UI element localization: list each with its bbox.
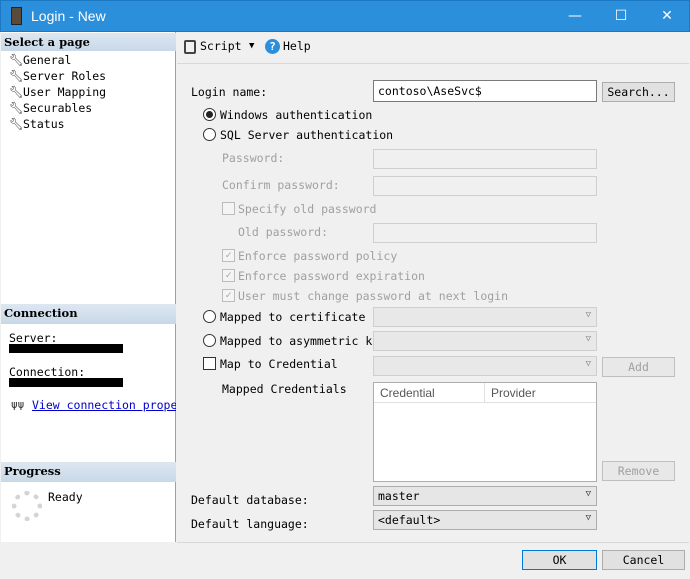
chevron-down-icon: ▽ <box>585 489 591 499</box>
old-password-input[interactable] <box>373 223 597 243</box>
default-database-label: Default database: <box>191 493 309 507</box>
window-title: Login - New <box>31 8 106 24</box>
asymmetric-key-combo[interactable]: ▽ <box>373 331 597 351</box>
chevron-down-icon: ▽ <box>585 513 591 523</box>
mapped-asym-label: Mapped to asymmetric key <box>220 334 387 348</box>
login-name-label: Login name: <box>191 85 268 99</box>
default-language-label: Default language: <box>191 517 309 531</box>
minimize-button[interactable]: — <box>552 1 598 32</box>
enforce-policy-label: Enforce password policy <box>238 249 398 263</box>
wrench-icon: 🔧︎ <box>9 117 24 131</box>
remove-button[interactable]: Remove <box>602 461 675 481</box>
label: User Mapping <box>23 85 107 99</box>
mapped-asym-radio[interactable] <box>203 334 216 347</box>
map-credential-label: Map to Credential <box>220 357 338 371</box>
default-database-value: master <box>378 489 420 503</box>
windows-auth-radio[interactable] <box>203 108 216 121</box>
must-change-label: User must change password at next login <box>238 289 509 303</box>
sidebar-item-general[interactable]: 🔧︎General <box>9 53 71 69</box>
login-name-input[interactable]: contoso\AseSvc$ <box>373 80 597 102</box>
default-language-value: <default> <box>378 513 441 527</box>
mapped-credentials-grid[interactable]: Credential Provider <box>373 382 597 482</box>
maximize-button[interactable]: ☐ <box>598 1 644 32</box>
select-page-header: Select a page <box>1 33 176 51</box>
script-dropdown-icon[interactable]: ▼ <box>249 41 254 51</box>
confirm-password-label: Confirm password: <box>222 178 340 192</box>
password-label: Password: <box>222 151 285 165</box>
label: Help <box>283 39 311 53</box>
label: Status <box>23 117 65 131</box>
chevron-down-icon: ▽ <box>585 359 591 369</box>
old-password-label: Old password: <box>238 225 329 239</box>
progress-header: Progress <box>1 462 176 482</box>
add-button[interactable]: Add <box>602 357 675 377</box>
progress-spinner-icon <box>12 491 42 521</box>
default-language-combo[interactable]: <default> ▽ <box>373 510 597 530</box>
server-value-redacted <box>9 344 123 353</box>
ok-button[interactable]: OK <box>522 550 597 570</box>
progress-status: Ready <box>48 490 83 504</box>
sidebar-item-securables[interactable]: 🔧︎Securables <box>9 101 92 117</box>
cancel-button[interactable]: Cancel <box>602 550 685 570</box>
script-button[interactable]: Script <box>184 39 242 54</box>
certificate-combo[interactable]: ▽ <box>373 307 597 327</box>
wrench-icon: 🔧︎ <box>9 101 24 115</box>
sql-auth-radio[interactable] <box>203 128 216 141</box>
wrench-icon: 🔧︎ <box>9 69 24 83</box>
connection-header: Connection <box>1 304 176 324</box>
enforce-policy-checkbox[interactable]: ✓ <box>222 249 235 262</box>
help-icon: ? <box>265 39 280 54</box>
view-connection-properties-link[interactable]: View connection properti <box>32 398 176 412</box>
connection-plug-icon: ψψ <box>11 398 25 411</box>
specify-old-password-label: Specify old password <box>238 202 377 216</box>
windows-auth-label: Windows authentication <box>220 108 373 122</box>
enforce-expiration-checkbox[interactable]: ✓ <box>222 269 235 282</box>
specify-old-password-checkbox[interactable] <box>222 202 235 215</box>
mapped-cert-radio[interactable] <box>203 310 216 323</box>
default-database-combo[interactable]: master ▽ <box>373 486 597 506</box>
confirm-password-input[interactable] <box>373 176 597 196</box>
toolbar: Script ▼ ? Help <box>177 32 689 64</box>
server-label: Server: <box>9 331 58 345</box>
label: General <box>23 53 72 67</box>
label: Securables <box>23 101 93 115</box>
sidebar-item-status[interactable]: 🔧︎Status <box>9 117 65 133</box>
help-button[interactable]: ? Help <box>265 39 311 54</box>
server-icon <box>11 7 22 25</box>
column-header-credential[interactable]: Credential <box>374 383 485 403</box>
search-button[interactable]: Search... <box>602 82 675 102</box>
must-change-checkbox[interactable]: ✓ <box>222 289 235 302</box>
close-button[interactable]: ✕ <box>644 1 690 32</box>
sidebar-item-user-mapping[interactable]: 🔧︎User Mapping <box>9 85 106 101</box>
wrench-icon: 🔧︎ <box>9 85 24 99</box>
sidebar-item-server-roles[interactable]: 🔧︎Server Roles <box>9 69 106 85</box>
mapped-credentials-label: Mapped Credentials <box>222 382 347 396</box>
script-icon <box>184 39 196 54</box>
mapped-cert-label: Mapped to certificate <box>220 310 366 324</box>
chevron-down-icon: ▽ <box>585 310 591 320</box>
title-bar: Login - New — ☐ ✕ <box>0 0 690 32</box>
connection-value-redacted <box>9 378 123 387</box>
credential-combo[interactable]: ▽ <box>373 356 597 376</box>
connection-label: Connection: <box>9 365 86 379</box>
enforce-expiration-label: Enforce password expiration <box>238 269 425 283</box>
sql-auth-label: SQL Server authentication <box>220 128 394 142</box>
label: Server Roles <box>23 69 107 83</box>
chevron-down-icon: ▽ <box>585 334 591 344</box>
map-credential-checkbox[interactable] <box>203 357 216 370</box>
label: Script <box>200 39 242 53</box>
column-header-provider[interactable]: Provider <box>485 383 596 403</box>
wrench-icon: 🔧︎ <box>9 53 24 67</box>
password-input[interactable] <box>373 149 597 169</box>
left-pane: Select a page 🔧︎General 🔧︎Server Roles 🔧… <box>1 32 176 542</box>
